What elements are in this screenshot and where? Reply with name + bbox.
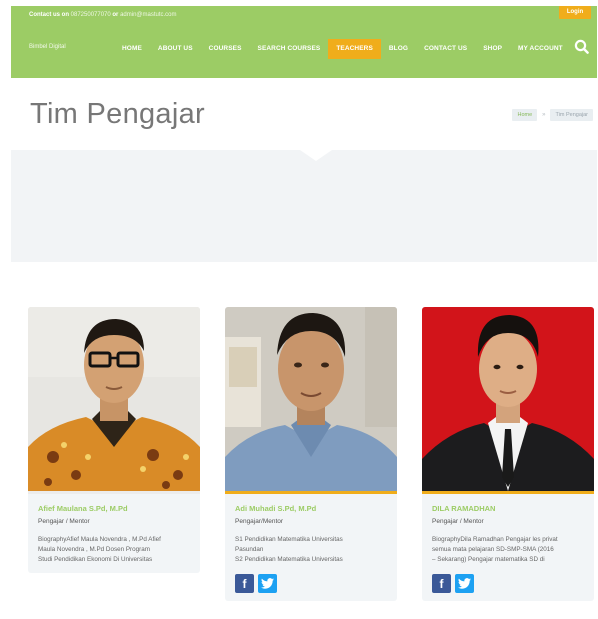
nav-home[interactable]: HOME (114, 39, 150, 59)
nav-about-us[interactable]: ABOUT US (150, 39, 201, 59)
notch-decoration (300, 150, 332, 161)
teacher-photo[interactable] (28, 307, 200, 491)
nav-shop[interactable]: SHOP (475, 39, 510, 59)
teacher-role: Pengajar/Mentor (235, 518, 284, 525)
teacher-role: Pengajar / Mentor (38, 518, 90, 525)
social-links: f (235, 574, 387, 593)
contact-phone[interactable]: 087250077070 (71, 12, 111, 18)
twitter-icon[interactable] (455, 574, 474, 593)
contact-or: or (112, 12, 119, 18)
site-brand[interactable]: Bimbel Digital (29, 44, 66, 50)
teacher-card[interactable]: Adi Muhadi S.Pd, M.Pd Pengajar/Mentor S1… (225, 307, 397, 601)
nav-courses[interactable]: COURSES (201, 39, 250, 59)
teacher-bio: S1 Pendidikan Matematika Universitas Pas… (235, 536, 343, 563)
contact-prefix: Contact us on (29, 12, 69, 18)
site-header: Contact us on 087250077070 or admin@mast… (11, 6, 597, 78)
teacher-photo[interactable] (225, 307, 397, 491)
facebook-icon[interactable]: f (235, 574, 254, 593)
teacher-name[interactable]: DILA RAMADHAN (432, 504, 584, 513)
search-icon[interactable] (574, 39, 589, 54)
contact-email[interactable]: admin@mastutc.com (120, 12, 176, 18)
breadcrumb-current: Tim Pengajar (550, 109, 593, 121)
teacher-card[interactable]: DILA RAMADHAN Pengajar / Mentor Biograph… (422, 307, 594, 601)
nav-teachers[interactable]: TEACHERS (328, 39, 381, 59)
nav-blog[interactable]: BLOG (381, 39, 416, 59)
teacher-role: Pengajar / Mentor (432, 518, 484, 525)
teacher-name[interactable]: Afief Maulana S.Pd, M.Pd (38, 504, 190, 513)
login-button[interactable]: Login (559, 6, 591, 19)
nav-contact-us[interactable]: CONTACT US (416, 39, 475, 59)
page-title-band: Tim Pengajar Home » Tim Pengajar (11, 79, 597, 151)
main-nav: HOME ABOUT US COURSES SEARCH COURSES TEA… (114, 37, 571, 61)
title-decoration-band (11, 150, 597, 262)
nav-search-courses[interactable]: SEARCH COURSES (250, 39, 329, 59)
breadcrumb-separator: » (542, 112, 546, 118)
teacher-photo[interactable] (422, 307, 594, 491)
teacher-card[interactable]: Afief Maulana S.Pd, M.Pd Pengajar / Ment… (28, 307, 200, 573)
breadcrumb: Home » Tim Pengajar (512, 109, 593, 121)
teacher-bio: BiographyDila Ramadhan Pengajar les priv… (432, 536, 558, 563)
breadcrumb-home[interactable]: Home (512, 109, 538, 121)
social-links: f (432, 574, 584, 593)
facebook-icon[interactable]: f (432, 574, 451, 593)
page-title: Tim Pengajar (30, 98, 205, 130)
nav-my-account[interactable]: MY ACCOUNT (510, 39, 571, 59)
teacher-bio: BiographyAfief Maula Novendra , M.Pd Afi… (38, 536, 161, 563)
contact-info: Contact us on 087250077070 or admin@mast… (29, 12, 177, 18)
twitter-icon[interactable] (258, 574, 277, 593)
teacher-name[interactable]: Adi Muhadi S.Pd, M.Pd (235, 504, 387, 513)
